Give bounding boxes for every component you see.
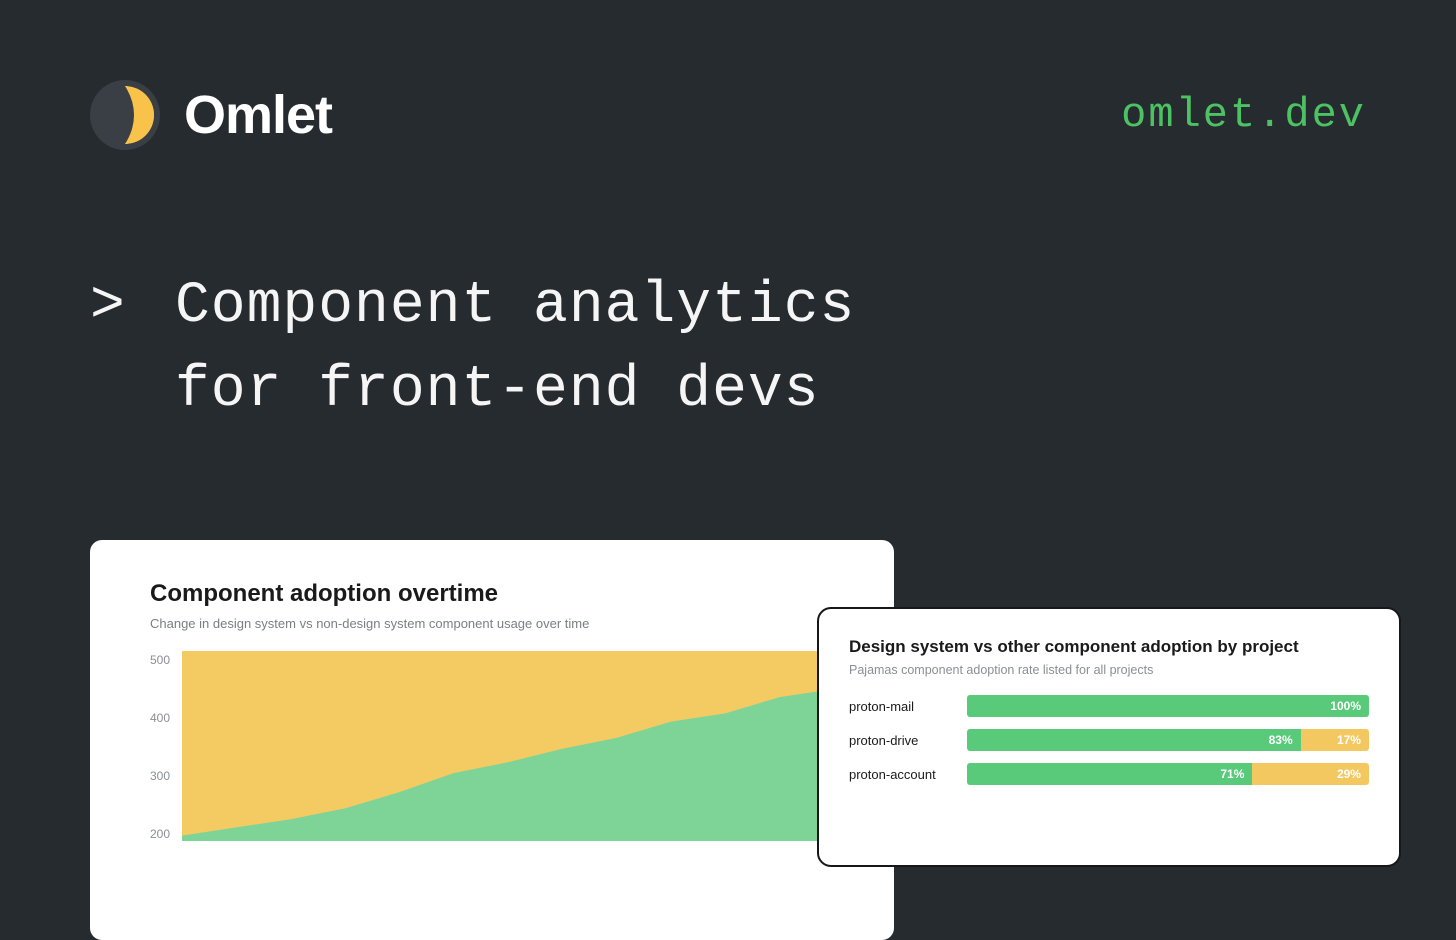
bar-label: proton-drive [849,733,967,748]
bar-track: 71%29% [967,763,1369,785]
bar-row: proton-account71%29% [849,763,1369,785]
bar-label: proton-account [849,767,967,782]
bar-segment-design-system: 100% [967,695,1369,717]
area-chart: 500 400 300 200 [150,651,834,841]
tagline-line-2: for front-end devs [90,349,1456,433]
y-tick: 200 [150,827,170,841]
omlet-logo-icon [90,80,160,150]
brand-block: Omlet [90,80,332,150]
chart-title: Design system vs other component adoptio… [849,637,1369,657]
bar-segment-other: 17% [1301,729,1369,751]
y-tick: 500 [150,653,170,667]
bar-track: 100% [967,695,1369,717]
adoption-by-project-card: Design system vs other component adoptio… [817,607,1401,867]
y-axis: 500 400 300 200 [150,651,182,841]
header: Omlet omlet.dev [0,0,1456,150]
bar-rows: proton-mail100%proton-drive83%17%proton-… [849,695,1369,785]
y-tick: 300 [150,769,170,783]
bar-segment-other: 29% [1252,763,1369,785]
bar-row: proton-drive83%17% [849,729,1369,751]
bar-label: proton-mail [849,699,967,714]
bar-segment-design-system: 71% [967,763,1252,785]
brand-name: Omlet [184,84,332,146]
bar-track: 83%17% [967,729,1369,751]
tagline: >Component analytics for front-end devs [0,150,1456,433]
adoption-over-time-card: Component adoption overtime Change in de… [90,540,894,940]
chart-subtitle: Pajamas component adoption rate listed f… [849,663,1369,677]
bar-row: proton-mail100% [849,695,1369,717]
prompt-chevron-icon: > [90,265,175,349]
bar-segment-design-system: 83% [967,729,1301,751]
tagline-line-1: Component analytics [175,274,855,339]
site-url[interactable]: omlet.dev [1121,91,1366,139]
chart-subtitle: Change in design system vs non-design sy… [150,616,834,631]
plot-area [182,651,834,841]
y-tick: 400 [150,711,170,725]
chart-title: Component adoption overtime [150,580,834,608]
